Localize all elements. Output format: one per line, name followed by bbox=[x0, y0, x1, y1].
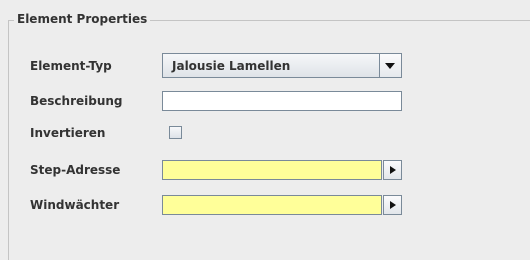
windwaechter-select-button[interactable] bbox=[383, 195, 402, 215]
step-adresse-select-button[interactable] bbox=[383, 160, 402, 180]
element-typ-label: Element-Typ bbox=[30, 59, 112, 73]
arrow-right-icon bbox=[390, 166, 396, 174]
step-adresse-label: Step-Adresse bbox=[30, 163, 121, 177]
element-typ-dropdown-button[interactable] bbox=[379, 54, 401, 77]
step-adresse-selector bbox=[162, 160, 402, 180]
element-typ-value: Jalousie Lamellen bbox=[172, 59, 291, 73]
chevron-down-icon bbox=[385, 63, 395, 69]
invertieren-checkbox[interactable] bbox=[169, 126, 182, 139]
beschreibung-input[interactable] bbox=[162, 91, 402, 111]
windwaechter-label: Windwächter bbox=[30, 198, 120, 212]
invertieren-label: Invertieren bbox=[30, 126, 106, 140]
group-title: Element Properties bbox=[14, 11, 151, 27]
arrow-right-icon bbox=[390, 201, 396, 209]
beschreibung-label: Beschreibung bbox=[30, 94, 123, 108]
element-typ-combobox[interactable]: Jalousie Lamellen bbox=[162, 53, 402, 78]
windwaechter-field[interactable] bbox=[162, 195, 382, 215]
windwaechter-selector bbox=[162, 195, 402, 215]
step-adresse-field[interactable] bbox=[162, 160, 382, 180]
